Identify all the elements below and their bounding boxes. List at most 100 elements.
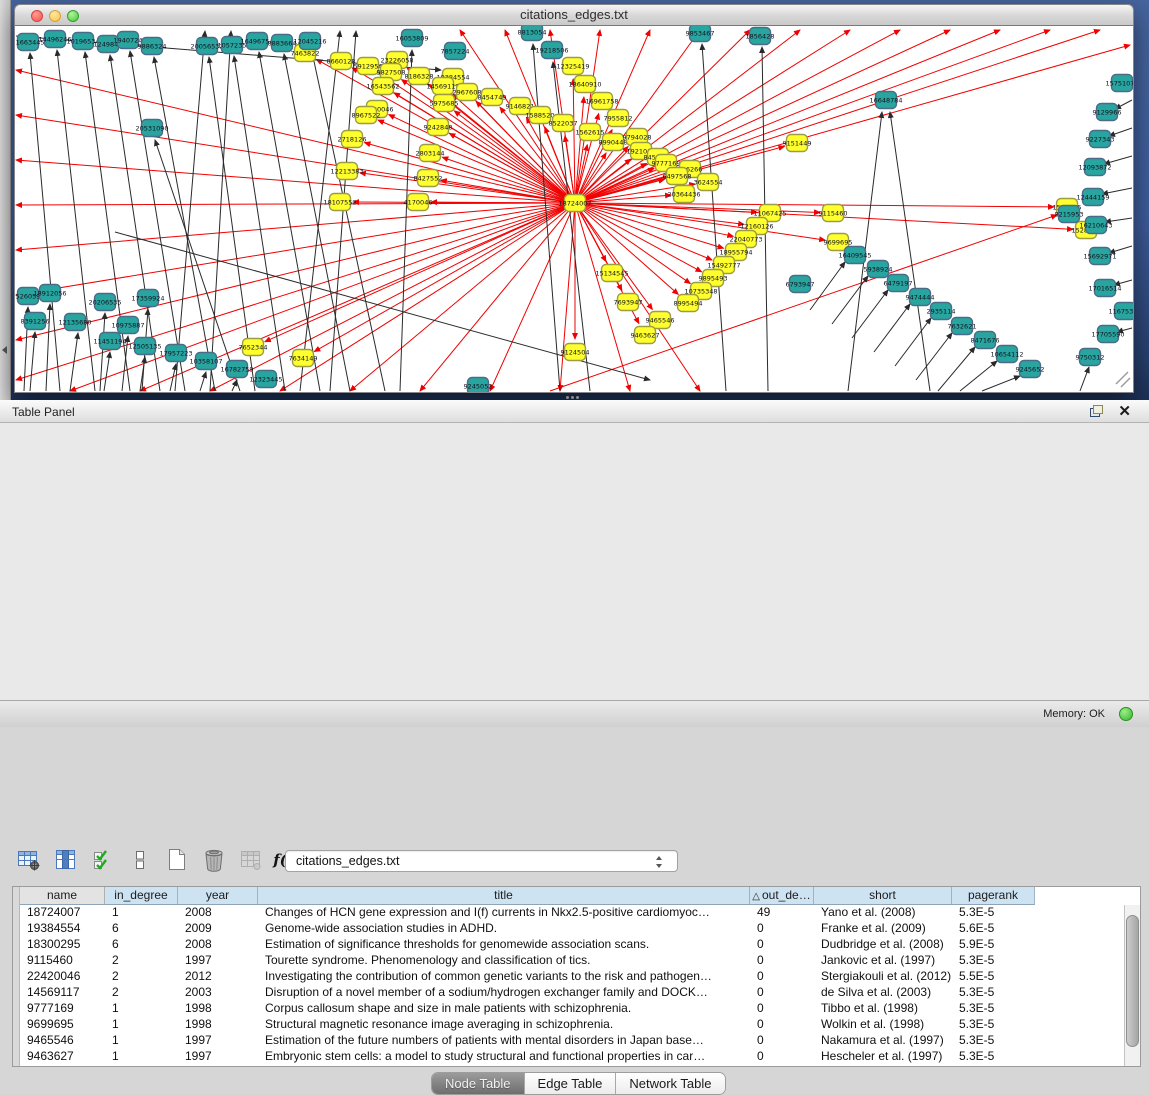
graph-node[interactable]: 10975887	[111, 317, 144, 334]
graph-node[interactable]: 2803144	[416, 145, 445, 162]
zoom-traffic-light-icon[interactable]	[67, 10, 79, 22]
table-row[interactable]: 1872400712008Changes of HCN gene express…	[20, 905, 1124, 921]
column-header-year[interactable]: year	[178, 887, 258, 905]
column-header-title[interactable]: title	[258, 887, 750, 905]
graph-node[interactable]: 15692971	[1083, 248, 1116, 265]
table-row[interactable]: 946554611997Estimation of the future num…	[20, 1033, 1124, 1049]
show-column-button[interactable]	[53, 847, 79, 873]
network-canvas[interactable]: 7463822866012859129542322605898275088186…	[14, 26, 1134, 393]
graph-node[interactable]: 11675338	[1108, 303, 1133, 320]
left-splitpane-strip[interactable]	[0, 0, 11, 400]
graph-node[interactable]: 12505135	[128, 338, 161, 355]
minimize-traffic-light-icon[interactable]	[49, 10, 61, 22]
graph-node[interactable]: 5938924	[864, 261, 893, 278]
table-cell: Investigating the contribution of common…	[258, 969, 750, 985]
table-mode-button[interactable]	[16, 847, 42, 873]
graph-node[interactable]: 9245652	[1016, 361, 1045, 378]
close-panel-icon[interactable]: ✕	[1118, 402, 1131, 421]
graph-node[interactable]: 1856428	[746, 28, 775, 45]
column-header-out_de[interactable]: △out_de…	[750, 887, 814, 905]
splitpane-collapse-arrow-icon[interactable]	[2, 346, 7, 354]
graph-node[interactable]: 17016514	[1088, 280, 1121, 297]
table-row[interactable]: 911546021997Tourette syndrome. Phenomeno…	[20, 953, 1124, 969]
column-header-pagerank[interactable]: pagerank	[952, 887, 1035, 905]
column-header-in_degree[interactable]: in_degree	[105, 887, 178, 905]
graph-node[interactable]: 8215953	[1055, 206, 1084, 223]
graph-node[interactable]: 8391256	[21, 313, 50, 330]
graph-node[interactable]: 7693947	[614, 294, 643, 311]
graph-node[interactable]: 9129966	[1093, 104, 1122, 121]
graph-node[interactable]: 16053809	[395, 30, 428, 47]
graph-node[interactable]: 20531090	[135, 120, 168, 137]
graph-node[interactable]: 5975685	[430, 95, 459, 112]
graph-node[interactable]: 9750312	[1076, 349, 1105, 366]
graph-node[interactable]: 9853467	[686, 26, 715, 42]
table-row[interactable]: 969969511998Structural magnetic resonanc…	[20, 1017, 1124, 1033]
graph-node[interactable]: 7857224	[441, 43, 470, 60]
graph-node[interactable]: 9151449	[783, 135, 812, 152]
float-window-icon[interactable]	[1090, 405, 1103, 417]
graph-node[interactable]: 9227343	[1086, 131, 1115, 148]
graph-node[interactable]: 12325419	[556, 58, 589, 75]
graph-node[interactable]: 6497568	[663, 168, 692, 185]
graph-node[interactable]: 8522037	[549, 115, 578, 132]
graph-node[interactable]: 7955812	[604, 110, 633, 127]
table-select-dropdown[interactable]: citations_edges.txt	[285, 850, 678, 872]
graph-node[interactable]: 9463627	[631, 327, 660, 344]
graph-node[interactable]: 12093872	[1078, 159, 1111, 176]
graph-node[interactable]: 8967522	[352, 107, 381, 124]
tab-node-table[interactable]: Node Table	[432, 1073, 525, 1094]
graph-node[interactable]: 6479197	[884, 275, 913, 292]
graph-node[interactable]: 9886324	[138, 38, 167, 55]
graph-node[interactable]: 20206535	[88, 294, 121, 311]
network-window-titlebar[interactable]: citations_edges.txt	[14, 4, 1134, 26]
graph-node[interactable]: 8995494	[674, 295, 703, 312]
row-height-button[interactable]	[127, 847, 153, 873]
graph-node[interactable]: 17705590	[1091, 326, 1124, 343]
graph-node[interactable]: 9474444	[906, 289, 935, 306]
graph-node[interactable]: 8427552	[414, 170, 443, 187]
graph-node[interactable]: 3624554	[694, 174, 723, 191]
table-row[interactable]: 2242004622012Investigating the contribut…	[20, 969, 1124, 985]
graph-node[interactable]: 10654112	[990, 346, 1023, 363]
close-traffic-light-icon[interactable]	[31, 10, 43, 22]
graph-node[interactable]: 7652344	[239, 339, 268, 356]
table-vertical-scrollbar[interactable]	[1124, 905, 1140, 1066]
table-row[interactable]: 1456911722003Disruption of a novel membe…	[20, 985, 1124, 1001]
graph-node[interactable]: 2935114	[927, 303, 956, 320]
graph-node[interactable]: 8471676	[971, 332, 1000, 349]
import-table-button[interactable]	[238, 847, 264, 873]
select-columns-button[interactable]	[90, 847, 116, 873]
column-header-name[interactable]: name	[20, 887, 105, 905]
graph-node[interactable]: 8660128	[327, 53, 356, 70]
graph-node[interactable]: 19218506	[535, 42, 568, 59]
tab-network-table[interactable]: Network Table	[616, 1073, 724, 1094]
graph-node[interactable]: 7634149	[289, 350, 318, 367]
graph-node[interactable]: 9242848	[424, 119, 453, 136]
graph-node[interactable]: 9124504	[561, 344, 590, 361]
graph-node[interactable]: 6793947	[786, 276, 815, 293]
graph-node[interactable]: 15134545	[595, 265, 628, 282]
graph-node[interactable]: 9245052	[464, 378, 493, 393]
graph-node[interactable]: 9115460	[819, 205, 848, 222]
graph-node[interactable]: 7632621	[948, 318, 977, 335]
graph-node[interactable]: 8813054	[518, 26, 547, 41]
tab-edge-table[interactable]: Edge Table	[525, 1073, 617, 1094]
new-column-button[interactable]	[164, 847, 190, 873]
delete-column-button[interactable]	[201, 847, 227, 873]
graph-node[interactable]: 18107552	[323, 194, 356, 211]
graph-node[interactable]: 17359924	[131, 290, 164, 307]
graph-node[interactable]: 15751074	[1105, 75, 1133, 92]
table-row[interactable]: 946362711997Embryonic stem cells: a mode…	[20, 1049, 1124, 1065]
graph-node[interactable]: 8454749	[478, 89, 507, 106]
scrollbar-thumb[interactable]	[1126, 915, 1139, 1047]
graph-node[interactable]: 4170046	[404, 194, 433, 211]
table-panel-title: Table Panel	[12, 405, 75, 419]
graph-node[interactable]: 2718126	[338, 131, 367, 148]
graph-node[interactable]: 8883664	[268, 35, 297, 52]
table-row[interactable]: 1830029562008Estimation of significance …	[20, 937, 1124, 953]
table-row[interactable]: 977716911998Corpus callosum shape and si…	[20, 1001, 1124, 1017]
column-header-short[interactable]: short	[814, 887, 952, 905]
citation-network-graph[interactable]: 7463822866012859129542322605898275088186…	[15, 26, 1133, 392]
table-row[interactable]: 1938455462009Genome-wide association stu…	[20, 921, 1124, 937]
